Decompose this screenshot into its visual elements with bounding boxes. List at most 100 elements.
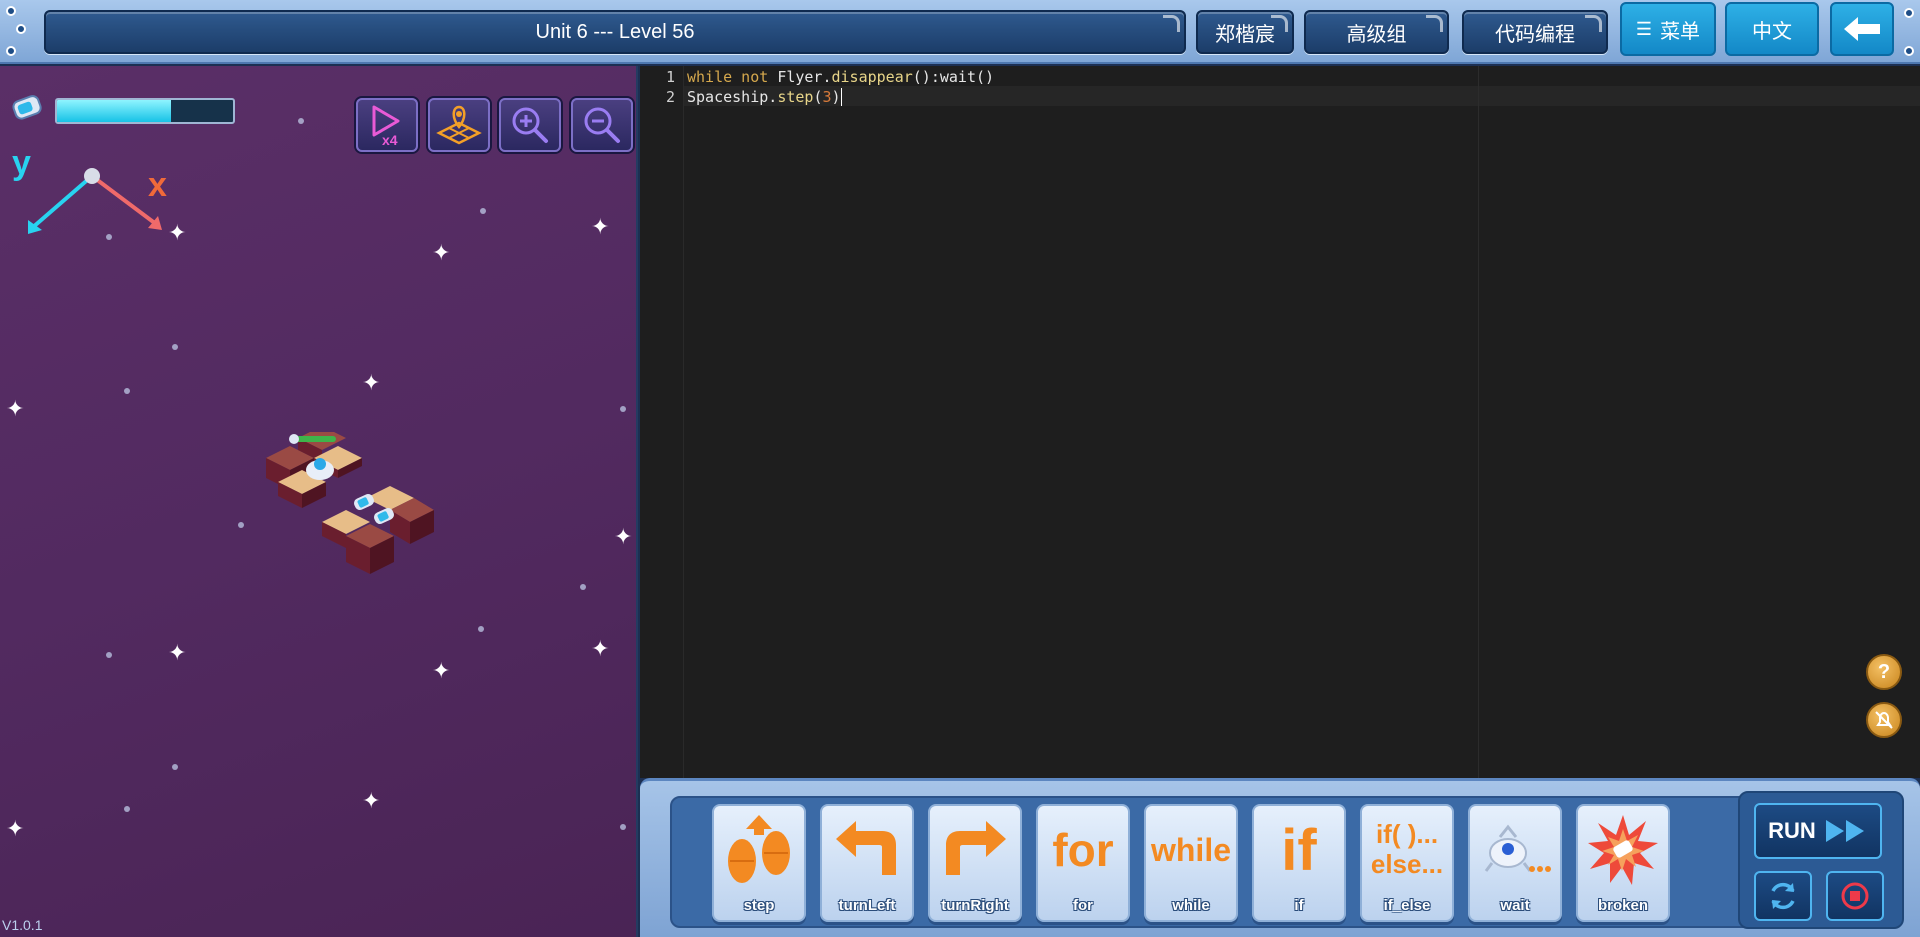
help-button[interactable]: ? bbox=[1866, 654, 1902, 690]
axis-indicator: y x bbox=[12, 144, 167, 234]
speed-x4-button[interactable]: x4 bbox=[356, 98, 418, 152]
list-icon: ☰ bbox=[1635, 18, 1653, 39]
block-label: while bbox=[1172, 897, 1210, 914]
block-palette: step turnLeft turnRight for for while wh… bbox=[670, 796, 1758, 928]
block-broken[interactable]: broken bbox=[1576, 804, 1670, 922]
stop-button[interactable] bbox=[1826, 871, 1884, 921]
code-token: Spaceship. bbox=[687, 88, 778, 106]
turn-left-arrow-icon bbox=[822, 810, 912, 890]
axis-x-label: x bbox=[148, 166, 167, 204]
play-speed-icon: x4 bbox=[372, 105, 400, 147]
bell-off-icon bbox=[1875, 711, 1893, 729]
frame-corner-right bbox=[1898, 0, 1920, 64]
star: ✦ bbox=[432, 240, 451, 265]
star: ✦ bbox=[614, 524, 633, 549]
game-board bbox=[266, 432, 434, 574]
turn-right-arrow-icon bbox=[930, 810, 1020, 890]
code-token: ) bbox=[831, 88, 841, 106]
block-tray: step turnLeft turnRight for for while wh… bbox=[640, 778, 1920, 937]
zoom-in-button[interactable] bbox=[499, 98, 561, 152]
star: ✦ bbox=[362, 788, 381, 813]
robot-wait-icon bbox=[1470, 810, 1560, 890]
menu-button[interactable]: ☰ 菜单 bbox=[1620, 2, 1716, 56]
explosion-icon bbox=[1578, 810, 1668, 890]
frame-rivet bbox=[1904, 46, 1914, 56]
star: ✦ bbox=[362, 370, 381, 395]
code-line[interactable]: while not Flyer.disappear():wait() bbox=[687, 68, 994, 86]
frame-rivet bbox=[1904, 8, 1914, 18]
while-glyph: while bbox=[1150, 831, 1231, 868]
run-button[interactable]: RUN bbox=[1754, 803, 1882, 859]
block-wait[interactable]: wait bbox=[1468, 804, 1562, 922]
block-label: for bbox=[1073, 897, 1093, 914]
star bbox=[172, 764, 178, 770]
star bbox=[298, 118, 304, 124]
code-token: disappear bbox=[831, 68, 913, 86]
block-label: if bbox=[1294, 897, 1304, 914]
stop-icon bbox=[1841, 882, 1869, 910]
star bbox=[172, 344, 178, 350]
code-line[interactable]: Spaceship.step(3) bbox=[687, 88, 842, 106]
language-button[interactable]: 中文 bbox=[1725, 2, 1819, 56]
version-label: V1.0.1 bbox=[2, 917, 43, 933]
block-label: turnRight bbox=[941, 897, 1009, 914]
fast-forward-icon bbox=[1825, 820, 1864, 842]
zoom-out-button[interactable] bbox=[571, 98, 633, 152]
block-if-else[interactable]: if( )... else... if_else bbox=[1360, 804, 1454, 922]
frame-rivet bbox=[6, 6, 16, 16]
block-turn-right[interactable]: turnRight bbox=[928, 804, 1022, 922]
speed-label: x4 bbox=[382, 132, 398, 147]
block-label: step bbox=[743, 897, 775, 914]
star bbox=[124, 806, 130, 812]
tile-block bbox=[346, 524, 394, 574]
game-canvas[interactable]: ✦ ✦ ✦ ✦ ✦ ✦ ✦ ✦ ✦ ✦ ✦ x4 y x V1.0.1 bbox=[0, 66, 638, 937]
menu-label: 菜单 bbox=[1660, 20, 1701, 43]
zoom-out-icon bbox=[584, 107, 620, 143]
star: ✦ bbox=[591, 636, 610, 661]
frame-rivet bbox=[16, 24, 26, 34]
if-else-glyph: if( )... else... bbox=[1362, 810, 1452, 890]
block-turn-left[interactable]: turnLeft bbox=[820, 804, 914, 922]
code-editor[interactable]: 1 2 while not Flyer.disappear():wait() S… bbox=[640, 66, 1920, 778]
arrow-left-icon bbox=[1844, 17, 1880, 41]
back-button[interactable] bbox=[1830, 2, 1894, 56]
block-step[interactable]: step bbox=[712, 804, 806, 922]
level-title: Unit 6 --- Level 56 bbox=[44, 10, 1186, 54]
code-token: while not bbox=[687, 68, 778, 86]
star bbox=[106, 652, 112, 658]
map-pin-icon bbox=[436, 105, 482, 145]
top-bar: Unit 6 --- Level 56 郑楷宸 高级组 代码编程 ☰ 菜单 中文 bbox=[0, 0, 1920, 64]
block-label: turnLeft bbox=[838, 897, 896, 914]
star: ✦ bbox=[591, 214, 610, 239]
refresh-icon bbox=[1771, 882, 1795, 910]
star bbox=[620, 824, 626, 830]
code-token: Flyer. bbox=[777, 68, 832, 86]
battery-icon bbox=[12, 95, 42, 120]
star bbox=[238, 522, 244, 528]
code-token: 3 bbox=[822, 88, 832, 106]
block-if[interactable]: if if bbox=[1252, 804, 1346, 922]
user-name: 郑楷宸 bbox=[1196, 10, 1294, 54]
for-glyph: for bbox=[1052, 824, 1114, 876]
star: ✦ bbox=[6, 816, 25, 841]
mute-button[interactable] bbox=[1866, 702, 1902, 738]
spaceship-health-icon bbox=[289, 434, 299, 444]
star: ✦ bbox=[168, 640, 187, 665]
star bbox=[478, 626, 484, 632]
run-label: RUN bbox=[1768, 818, 1816, 843]
text-cursor bbox=[840, 88, 842, 106]
mode-label: 代码编程 bbox=[1462, 10, 1608, 54]
code-token: ():wait() bbox=[912, 68, 995, 86]
if-else-glyph-bottom: else... bbox=[1370, 849, 1444, 879]
line-number: 2 bbox=[665, 88, 675, 106]
frame-rivet bbox=[6, 46, 16, 56]
block-for[interactable]: for for bbox=[1036, 804, 1130, 922]
block-label: broken bbox=[1597, 897, 1648, 914]
reset-button[interactable] bbox=[1754, 871, 1812, 921]
footsteps-icon bbox=[714, 810, 804, 890]
block-while[interactable]: while while bbox=[1144, 804, 1238, 922]
block-label: if_else bbox=[1383, 897, 1431, 914]
map-location-button[interactable] bbox=[428, 98, 490, 152]
line-number-gutter: 1 2 bbox=[640, 66, 684, 778]
if-glyph: if bbox=[1281, 817, 1317, 883]
